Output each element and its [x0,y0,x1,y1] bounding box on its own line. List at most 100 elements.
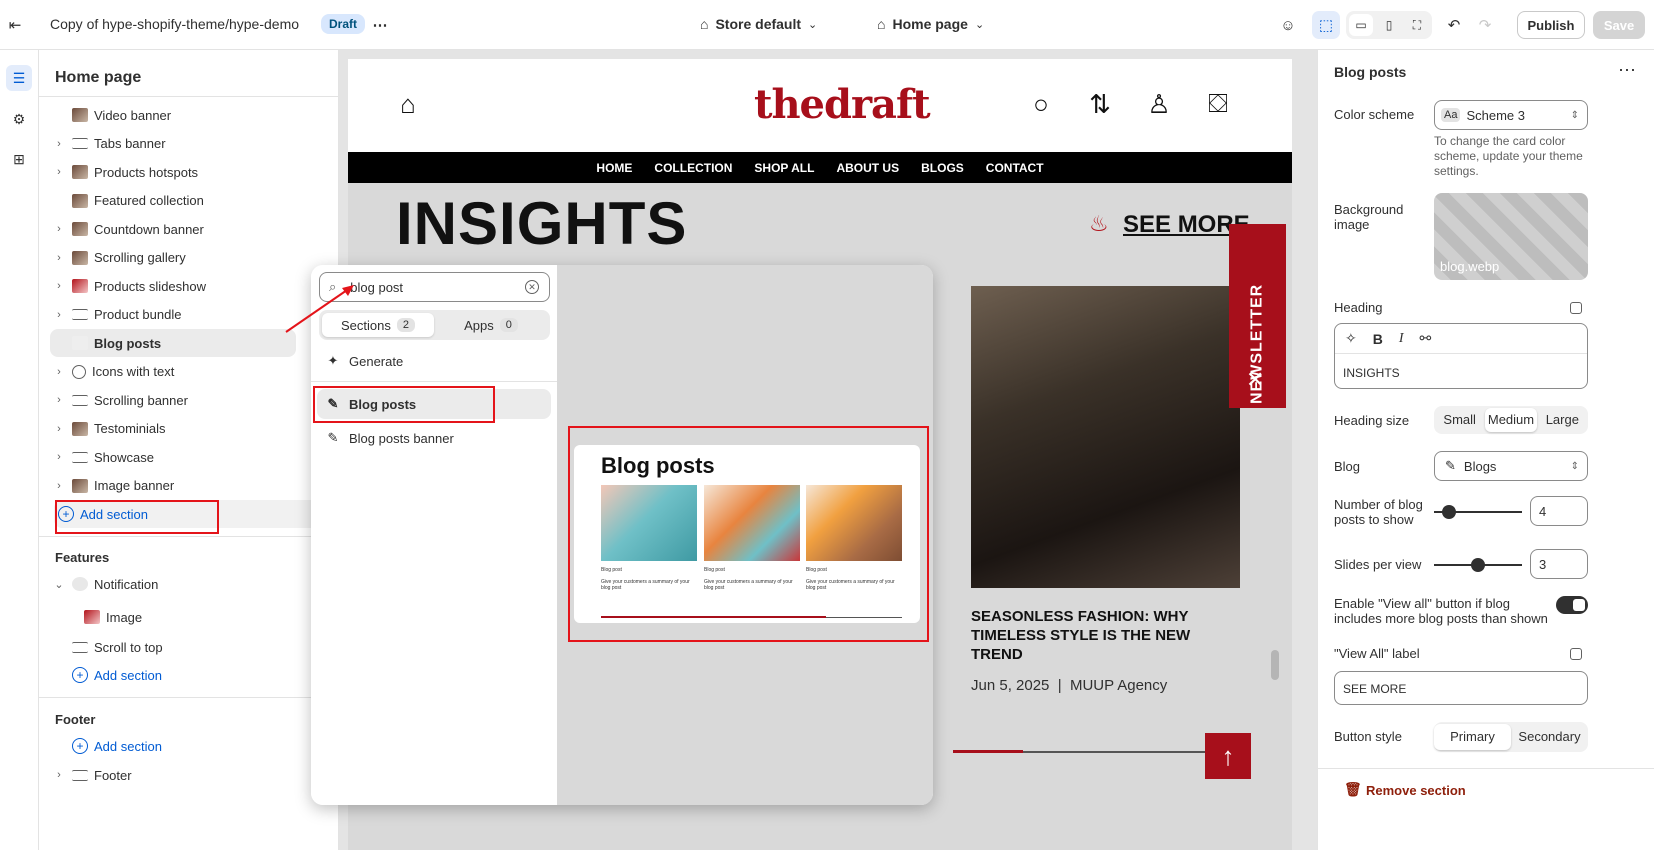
blog-post-image[interactable] [971,286,1240,588]
section-icon-icon [72,394,88,406]
view-all-toggle[interactable] [1556,596,1588,614]
search-input[interactable] [350,279,511,295]
settings-gear-icon[interactable]: ⚙ [6,106,32,132]
image-thumb-icon [72,478,88,493]
slider-knob[interactable] [1442,505,1456,519]
close-icon[interactable]: ✕ [1246,367,1264,393]
chevron-right-icon[interactable]: › [50,366,68,378]
chevron-right-icon[interactable]: › [50,138,68,150]
chevron-right-icon[interactable]: › [50,423,68,435]
chevron-right-icon[interactable]: › [50,480,68,492]
publish-button[interactable]: Publish [1517,11,1585,39]
home-icon[interactable]: ⌂ [393,89,423,119]
generate-option[interactable]: ✦ Generate [317,346,551,376]
dynamic-source-icon[interactable] [1570,302,1582,314]
tree-item-notification[interactable]: ⌄ Notification [50,570,351,598]
settings-panel: Blog posts ⋯ Color scheme Aa Scheme 3 ⇕ … [1317,50,1654,850]
slides-input[interactable]: 3 [1530,549,1588,579]
save-button[interactable]: Save [1593,11,1645,39]
account-icon[interactable]: ♙ [1144,89,1174,119]
posts-count-input[interactable]: 4 [1530,496,1588,526]
result-blog-posts-banner[interactable]: ✎ Blog posts banner [317,423,551,453]
heading-size-small[interactable]: Small [1434,408,1485,432]
nav-contact[interactable]: CONTACT [986,161,1044,175]
nav-blogs[interactable]: BLOGS [921,161,964,175]
search-icon[interactable]: ○ [1026,89,1056,119]
heading-value[interactable]: INSIGHTS [1343,366,1400,380]
store-logo[interactable]: thedraft [754,81,931,128]
view-all-label-input[interactable]: SEE MORE [1334,671,1588,705]
tree-item-testominials[interactable]: › Testominials [50,415,351,443]
redo-icon[interactable]: ↷ [1474,14,1496,36]
undo-icon[interactable]: ↶ [1443,14,1465,36]
clear-icon[interactable]: ✕ [525,280,539,294]
sort-icon[interactable]: ⇅ [1085,89,1115,119]
exit-icon[interactable]: ⇤ [4,14,26,36]
tree-item-showcase[interactable]: › Showcase [50,443,351,471]
blog-post-title[interactable]: SEASONLESS FASHION: WHY TIMELESS STYLE I… [971,607,1231,664]
blog-select[interactable]: ✎ Blogs ⇕ [1434,451,1588,481]
inspector-icon[interactable]: ⬚ [1312,11,1340,39]
cart-icon[interactable]: ⛋ [1203,88,1233,119]
page-selector[interactable]: ⌂ Home page ⌄ [877,16,984,32]
more-actions-icon[interactable]: ⋯ [369,14,391,36]
sections-icon[interactable]: ☰ [6,65,32,91]
bold-icon[interactable]: B [1373,331,1383,347]
bg-image-picker[interactable]: blog.webp [1434,193,1588,280]
chevron-right-icon[interactable]: › [50,769,68,781]
nav-home[interactable]: HOME [596,161,632,175]
tree-item-scrolling-gallery[interactable]: › Scrolling gallery [50,244,351,272]
trash-icon[interactable]: 🗑 [1344,781,1362,798]
nav-collection[interactable]: COLLECTION [654,161,732,175]
posts-count-slider[interactable] [1434,505,1522,519]
result-blog-posts[interactable]: ✎ Blog posts [317,389,551,419]
tree-item-scroll-to-top[interactable]: Scroll to top [50,633,351,661]
tree-item-scrolling-banner[interactable]: › Scrolling banner [50,386,351,414]
tree-item-tabs-banner[interactable]: › Tabs banner [50,130,351,158]
chevron-right-icon[interactable]: › [50,166,68,178]
nav-about[interactable]: ABOUT US [836,161,899,175]
chevron-right-icon[interactable]: › [50,252,68,264]
slides-slider[interactable] [1434,558,1522,572]
add-section-template[interactable]: + Add section [54,500,334,528]
slider-knob[interactable] [1471,558,1485,572]
tab-apps[interactable]: Apps 0 [435,313,547,337]
tab-label: Apps [464,317,494,333]
color-scheme-select[interactable]: Aa Scheme 3 ⇕ [1434,100,1588,130]
tree-item-products-hotspots[interactable]: › Products hotspots [50,158,351,186]
nav-shop-all[interactable]: SHOP ALL [754,161,814,175]
button-style-primary[interactable]: Primary [1434,724,1511,750]
italic-icon[interactable]: I [1399,331,1404,347]
tree-item-countdown-banner[interactable]: › Countdown banner [50,215,351,243]
chevron-right-icon[interactable]: › [50,394,68,406]
result-label: Blog posts [349,396,417,412]
ai-sparkle-icon[interactable]: ✧ [1345,330,1357,347]
heading-editor[interactable]: ✧ B I ⚯ INSIGHTS [1334,323,1588,389]
scroll-to-top-button[interactable]: ↑ [1205,733,1251,779]
desktop-icon[interactable]: ▭ [1349,14,1373,36]
button-style-secondary[interactable]: Secondary [1511,724,1588,750]
chevron-right-icon[interactable]: › [50,223,68,235]
ai-assistant-icon[interactable]: ☺ [1277,14,1299,36]
chevron-right-icon[interactable]: › [50,309,68,321]
tree-item-icons-with-text[interactable]: › Icons with text [50,358,351,386]
tree-item-footer[interactable]: › Footer [50,761,351,789]
mobile-icon[interactable]: ▯ [1377,14,1401,36]
store-selector[interactable]: ⌂ Store default ⌄ [700,16,817,32]
fullscreen-icon[interactable]: ⛶ [1405,14,1429,36]
chevron-down-icon[interactable]: ⌄ [50,578,68,591]
link-icon[interactable]: ⚯ [1420,330,1432,347]
preview-scrollbar[interactable] [1271,650,1279,680]
chevron-right-icon[interactable]: › [50,451,68,463]
apps-icon[interactable]: ⊞ [6,146,32,172]
tree-item-video-banner[interactable]: Video banner [50,101,351,129]
tree-item-image-banner[interactable]: › Image banner [50,472,351,500]
tree-item-blog-posts[interactable]: Blog posts [50,329,296,357]
dynamic-source-icon[interactable] [1570,648,1582,660]
heading-size-large[interactable]: Large [1537,408,1588,432]
remove-section-button[interactable]: Remove section [1366,783,1466,798]
more-actions-icon[interactable]: ⋯ [1618,60,1636,81]
chevron-right-icon[interactable]: › [50,280,68,292]
heading-size-medium[interactable]: Medium [1485,408,1537,432]
tree-item-featured-collection[interactable]: Featured collection [50,187,351,215]
